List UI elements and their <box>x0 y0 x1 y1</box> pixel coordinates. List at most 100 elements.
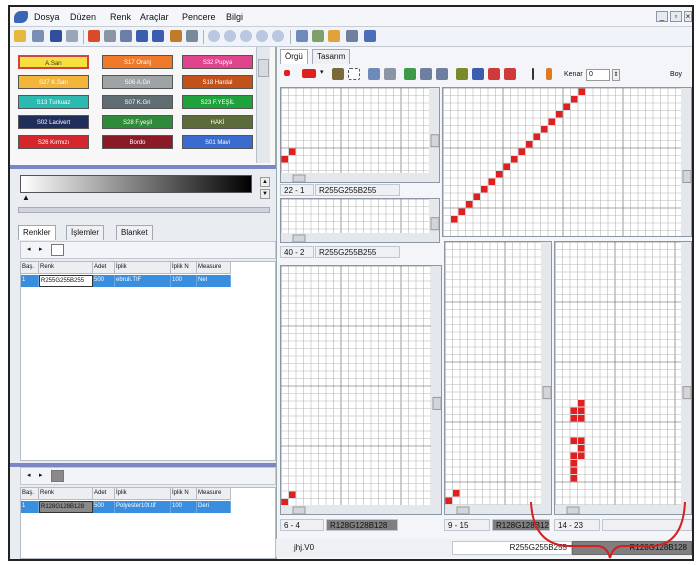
palette-scrollbar[interactable] <box>256 47 270 163</box>
sort-icon[interactable] <box>546 68 552 80</box>
prev-icon[interactable]: ◂ <box>27 245 31 253</box>
copy-icon[interactable] <box>368 68 380 80</box>
weave-grid[interactable] <box>281 199 440 243</box>
color-swatch[interactable]: S06 A.Gri <box>102 75 173 89</box>
pattern-tool-icon[interactable] <box>456 68 468 80</box>
chart-icon[interactable] <box>312 30 324 42</box>
table-cell[interactable]: 100 <box>171 501 197 513</box>
record-icon[interactable] <box>488 68 500 80</box>
color-swatch[interactable]: S02 Lacivert <box>18 115 89 129</box>
zoom-window-icon[interactable] <box>272 30 284 42</box>
tab-islemler[interactable]: İşlemler <box>66 225 105 240</box>
table-cell[interactable]: Polyester10t.tif <box>115 501 171 513</box>
column-header[interactable]: Adet <box>93 262 115 274</box>
save-icon[interactable] <box>50 30 62 42</box>
spin-up-icon[interactable]: ▲ <box>260 177 270 187</box>
gradient-scrollbar[interactable] <box>18 207 270 213</box>
select-icon[interactable] <box>348 68 360 80</box>
gradient-bar[interactable] <box>20 175 252 193</box>
print-icon[interactable] <box>66 30 78 42</box>
color-swatch[interactable]: S18 Hardal <box>182 75 253 89</box>
paste-icon[interactable] <box>384 68 396 80</box>
column-header[interactable]: İplik N <box>171 488 197 500</box>
grid-icon[interactable] <box>104 30 116 42</box>
color-swatch[interactable]: S13 Turkuaz <box>18 95 89 109</box>
rotate-icon[interactable] <box>404 68 416 80</box>
restore-icon[interactable]: ▫ <box>670 11 682 22</box>
color-icon[interactable] <box>88 30 100 42</box>
color-swatch[interactable]: S27 K.Sarı <box>18 75 89 89</box>
column-header[interactable]: İplik <box>115 488 171 500</box>
table-cell[interactable]: R128G128B128 <box>39 501 93 513</box>
menu-dosya[interactable]: Dosya <box>34 12 60 22</box>
color-swatch[interactable]: S23 F.YEŞİL <box>182 95 253 109</box>
pane-40-2[interactable] <box>280 198 440 243</box>
color-swatch[interactable]: HAKİ <box>182 115 253 129</box>
new-icon[interactable] <box>14 30 26 42</box>
document-icon[interactable] <box>296 30 308 42</box>
pencil-icon[interactable] <box>332 68 344 80</box>
column-header[interactable]: Baş. <box>21 262 39 274</box>
report-icon[interactable] <box>328 30 340 42</box>
menu-bilgi[interactable]: Bilgi <box>226 12 243 22</box>
color-swatch[interactable]: A.Sarı <box>18 55 89 69</box>
table-cell[interactable]: 100 <box>171 275 197 287</box>
color-swatch[interactable]: S28 F.yeşil <box>102 115 173 129</box>
kenar-input[interactable]: 0 <box>586 69 610 81</box>
table-cell[interactable]: Deri <box>197 501 231 513</box>
zoom-out-icon[interactable] <box>224 30 236 42</box>
minimize-icon[interactable]: _ <box>656 11 668 22</box>
table-cell[interactable]: Nel <box>197 275 231 287</box>
move-icon[interactable] <box>472 68 484 80</box>
table-cell[interactable]: R255G255B255 <box>39 275 93 287</box>
color-swatch[interactable]: S32 Pupya <box>182 55 253 69</box>
table-icon[interactable] <box>346 30 358 42</box>
undo-icon[interactable] <box>136 30 148 42</box>
column-header[interactable]: İplik N <box>171 262 197 274</box>
next-icon[interactable]: ▸ <box>39 245 43 253</box>
column-header[interactable]: Baş. <box>21 488 39 500</box>
tab-renkler[interactable]: Renkler <box>18 225 56 240</box>
table-cell[interactable]: 1 <box>21 275 39 287</box>
weave-grid[interactable] <box>445 242 552 515</box>
spell-check-icon[interactable] <box>364 30 376 42</box>
weave-grid[interactable] <box>555 242 692 515</box>
kenar-spinner[interactable]: ⇕ <box>612 69 620 81</box>
column-header[interactable]: Measure <box>197 488 231 500</box>
gradient-slider-icon[interactable]: ▲ <box>22 193 30 202</box>
column-header[interactable]: Renk <box>39 488 93 500</box>
table-cell[interactable]: 500 <box>93 275 115 287</box>
close-icon[interactable]: × <box>684 11 692 22</box>
color-swatch[interactable]: Bordo <box>102 135 173 149</box>
redo-icon[interactable] <box>152 30 164 42</box>
pane-diagonal[interactable] <box>442 87 692 237</box>
weave-grid[interactable] <box>281 88 440 183</box>
pane-14-23[interactable] <box>554 241 692 515</box>
column-header[interactable]: Measure <box>197 262 231 274</box>
menu-duzen[interactable]: Düzen <box>70 12 96 22</box>
color-swatch[interactable]: S07 K.Gri <box>102 95 173 109</box>
table-cell[interactable]: ebruli.TIF <box>115 275 171 287</box>
pane-6-4[interactable] <box>280 265 442 515</box>
fill-color-icon[interactable] <box>302 69 316 78</box>
zoom-in-icon[interactable] <box>208 30 220 42</box>
line-icon[interactable] <box>532 68 534 80</box>
pattern-icon[interactable] <box>120 30 132 42</box>
pane-22-1[interactable] <box>280 87 440 183</box>
brush-icon[interactable] <box>186 30 198 42</box>
color-swatch[interactable]: S26 Kırmızı <box>18 135 89 149</box>
table-cell[interactable]: 1 <box>21 501 39 513</box>
spin-down-icon[interactable]: ▼ <box>260 189 270 199</box>
column-header[interactable]: Adet <box>93 488 115 500</box>
menu-araclar[interactable]: Araçlar <box>140 12 169 22</box>
zoom-100-icon[interactable] <box>256 30 268 42</box>
users-icon[interactable] <box>32 30 44 42</box>
scroll-thumb[interactable] <box>258 59 269 77</box>
flip-h-icon[interactable] <box>420 68 432 80</box>
table-cell[interactable]: 500 <box>93 501 115 513</box>
tab-blanket[interactable]: Blanket <box>116 225 153 240</box>
next-icon[interactable]: ▸ <box>39 471 43 479</box>
tool-icon[interactable] <box>170 30 182 42</box>
column-header[interactable]: Renk <box>39 262 93 274</box>
point-icon[interactable] <box>284 70 290 76</box>
